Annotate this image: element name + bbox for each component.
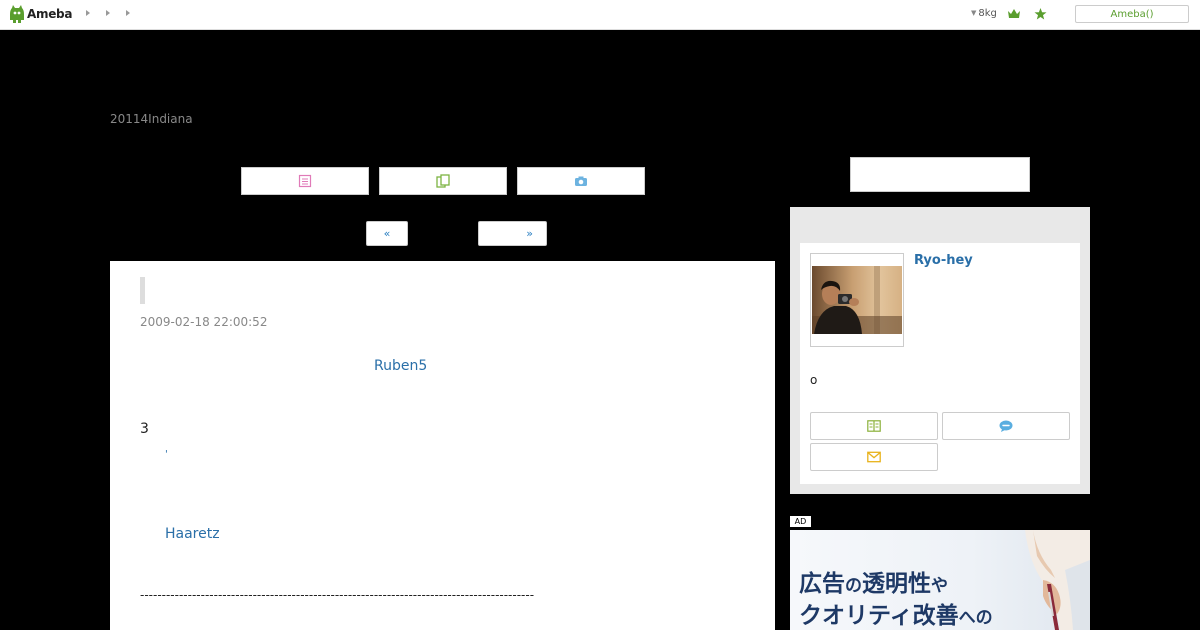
- camera-icon: [575, 176, 587, 186]
- article: 2009-02-18 22:00:52 Ruben5 3 ' Haaretz -…: [110, 261, 775, 630]
- ad-text: 広告: [799, 571, 845, 597]
- tab-photos[interactable]: [517, 167, 645, 195]
- crown-icon[interactable]: [1008, 9, 1020, 19]
- breadcrumb-arrow-icon[interactable]: [86, 10, 90, 16]
- mail-icon: [867, 451, 881, 463]
- ad-badge: AD: [790, 516, 811, 527]
- ad-banner[interactable]: 広告の透明性や クオリティ改善への: [790, 530, 1090, 630]
- ameba-account-button[interactable]: Ameba(): [1075, 5, 1189, 23]
- avatar-frame[interactable]: [810, 253, 904, 347]
- article-date: 2009-02-18 22:00:52: [140, 315, 268, 329]
- ameba-mascot-icon: [10, 5, 24, 23]
- ad-text: クオリティ改善: [799, 603, 959, 629]
- ad-headline-2: クオリティ改善への: [799, 596, 993, 630]
- prev-page-button[interactable]: «: [366, 221, 408, 246]
- ad-text: の: [845, 576, 862, 596]
- profile-name-link[interactable]: Ryo-hey: [914, 253, 973, 268]
- ad-headline-1: 広告の透明性や: [799, 564, 948, 598]
- caret-down-icon: ▼: [971, 9, 977, 17]
- copy-icon: [436, 174, 450, 188]
- article-divider-text: ----------------------------------------…: [140, 588, 535, 602]
- ad-text: への: [958, 608, 993, 628]
- mail-button[interactable]: [810, 443, 938, 471]
- next-page-button[interactable]: »: [478, 221, 547, 246]
- ad-text: 透明性: [862, 571, 931, 597]
- weight-value: 8kg: [978, 8, 997, 19]
- article-link-ruben[interactable]: Ruben5: [374, 358, 427, 374]
- star-icon[interactable]: [1034, 8, 1047, 20]
- weight-indicator[interactable]: ▼ 8kg: [971, 8, 997, 19]
- list-icon: [298, 174, 312, 188]
- article-link-small[interactable]: ': [165, 449, 168, 460]
- chat-bubble-icon: [999, 420, 1013, 432]
- article-title-marker: [140, 277, 145, 304]
- top-bar: Ameba ▼ 8kg Ameba(): [0, 0, 1200, 30]
- avatar[interactable]: [812, 266, 902, 334]
- ad-text: や: [931, 576, 948, 596]
- tab-entries[interactable]: [241, 167, 369, 195]
- message-button[interactable]: [942, 412, 1070, 440]
- book-icon: [867, 420, 881, 432]
- ameba-logo[interactable]: Ameba: [10, 5, 72, 23]
- read-blog-button[interactable]: [810, 412, 938, 440]
- profile-card: Ryo-hey o: [800, 243, 1080, 484]
- profile-widget: Ryo-hey o: [790, 207, 1090, 494]
- profile-text: o: [810, 373, 818, 387]
- breadcrumb-arrow-icon[interactable]: [126, 10, 130, 16]
- article-link-haaretz[interactable]: Haaretz: [165, 526, 220, 542]
- blog-description: 20114Indiana: [110, 112, 193, 126]
- article-text-number: 3: [140, 421, 149, 437]
- ad-person-image: [1025, 530, 1090, 630]
- logo-text: Ameba: [27, 7, 73, 21]
- sidebar-search-box[interactable]: [850, 157, 1030, 192]
- tab-archive[interactable]: [379, 167, 507, 195]
- breadcrumb-arrow-icon[interactable]: [106, 10, 110, 16]
